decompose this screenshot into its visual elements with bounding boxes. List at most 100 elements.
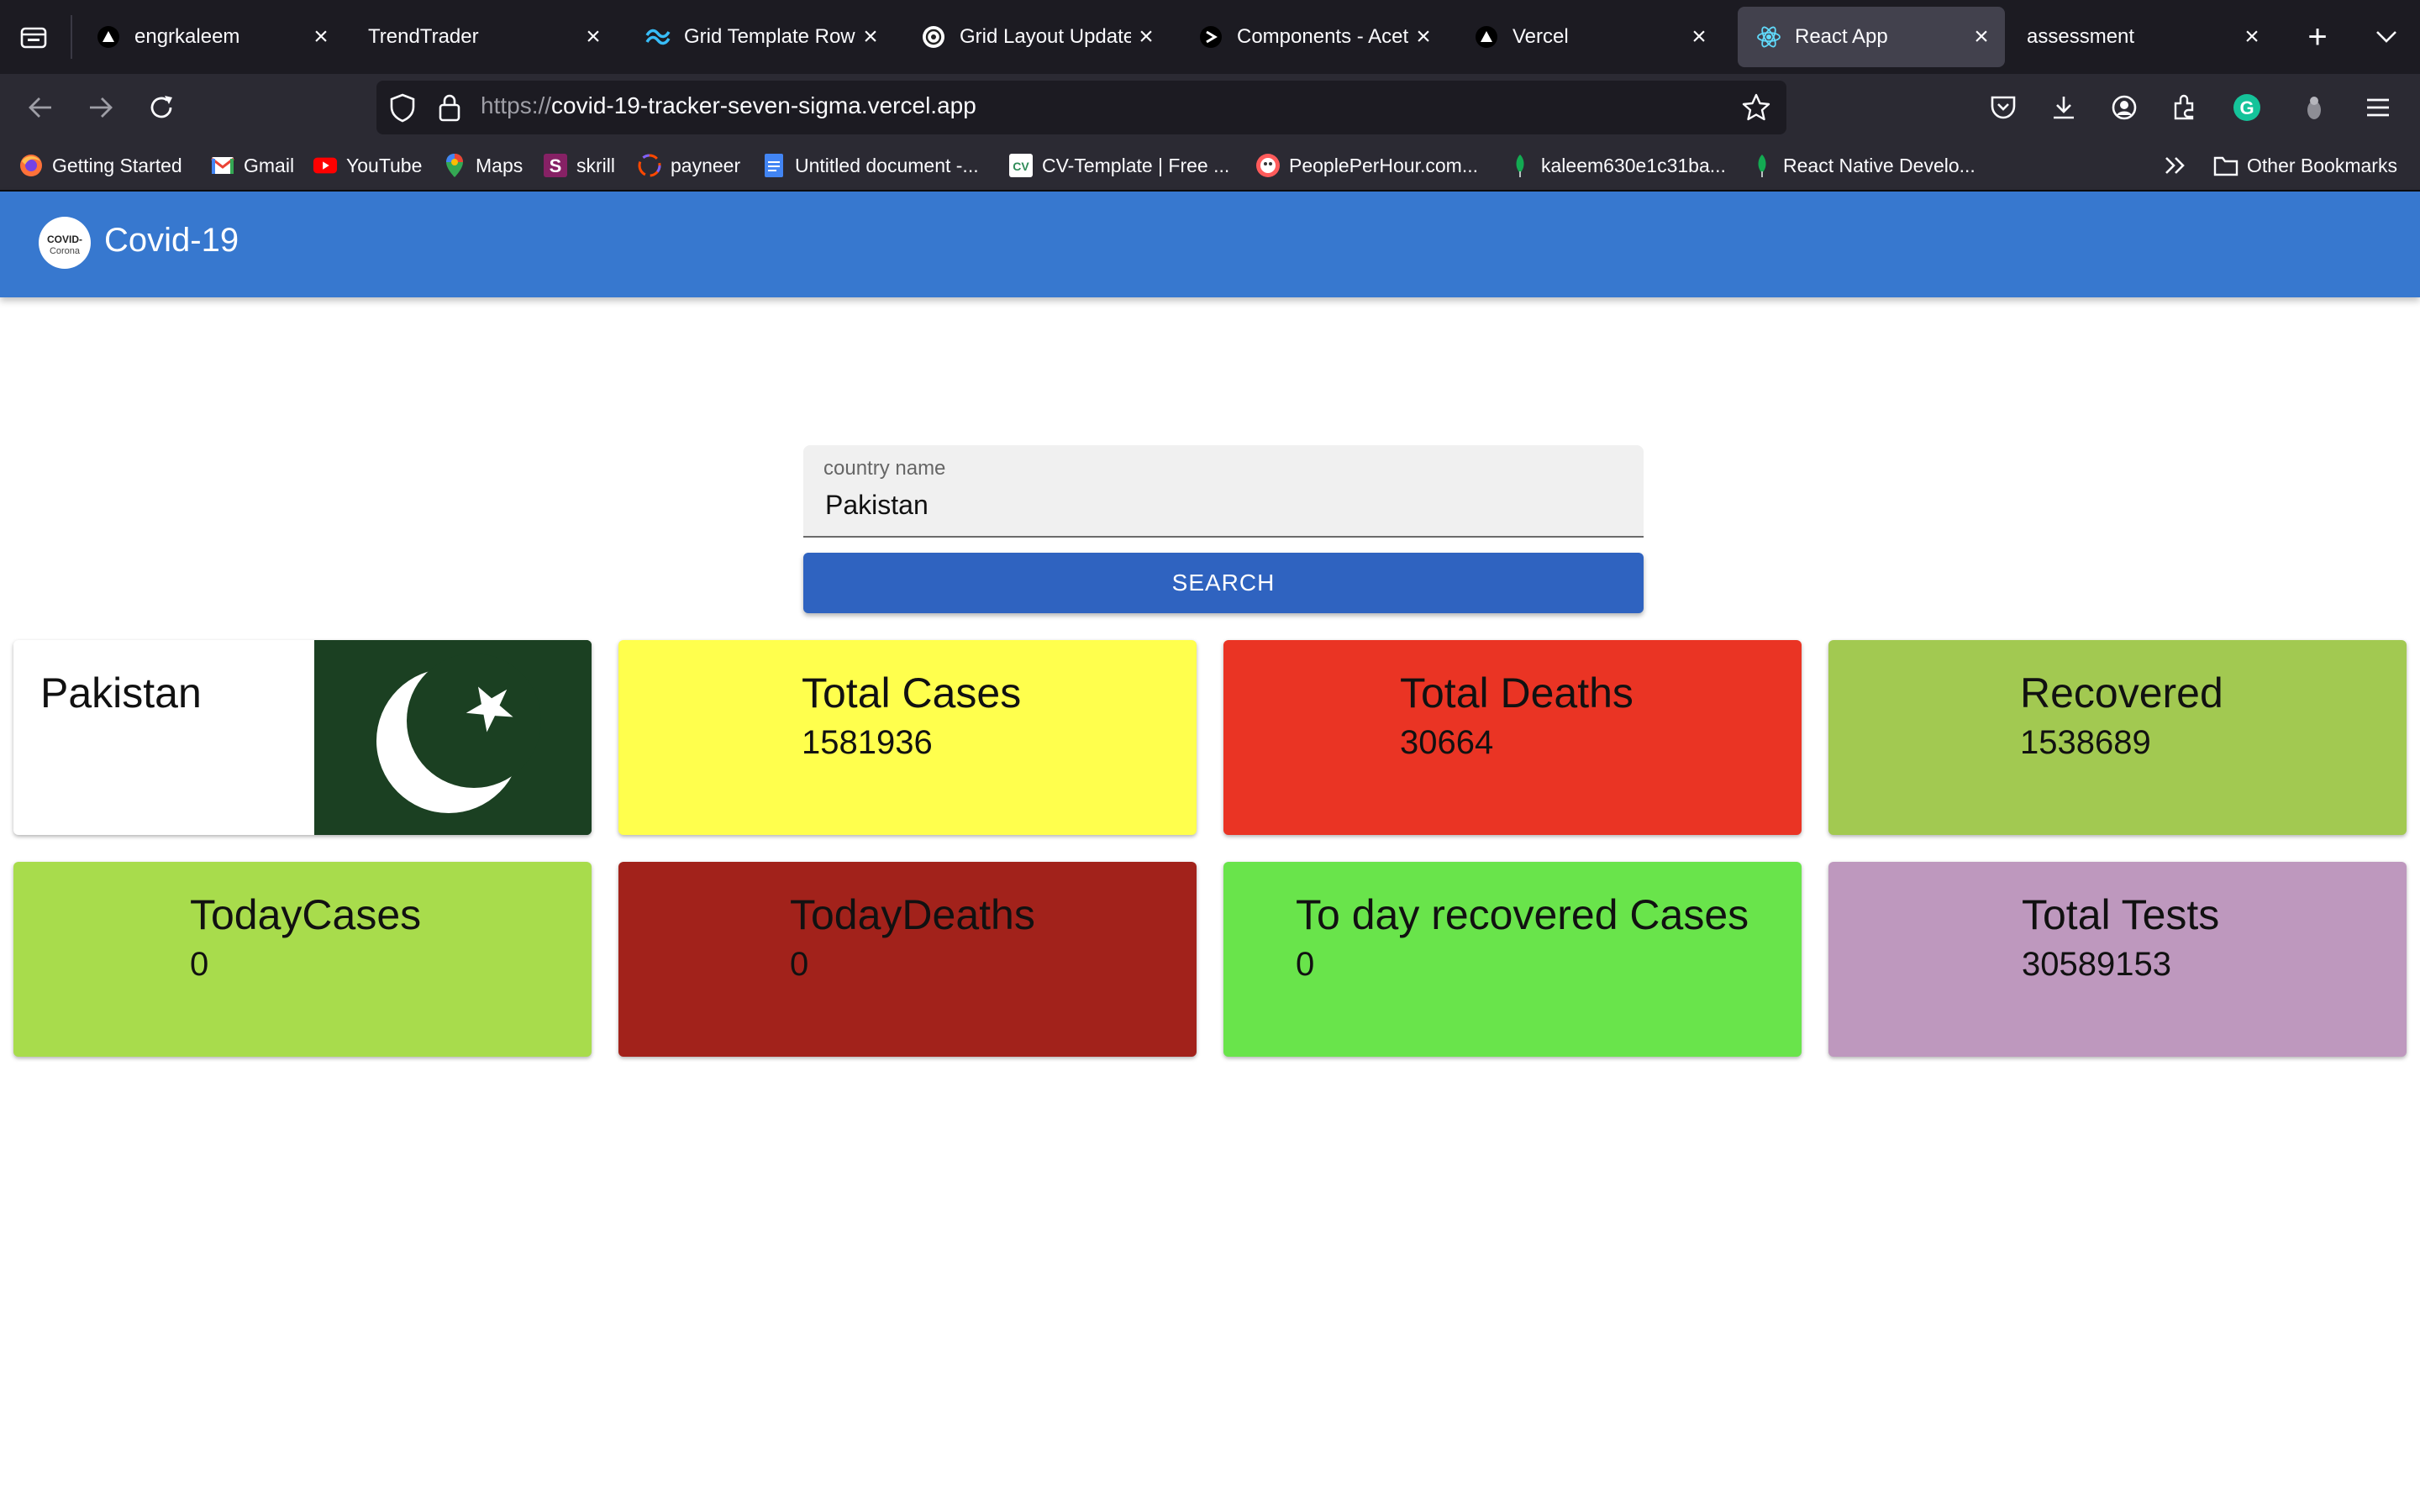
tab-title: React App [1795, 25, 1888, 48]
bookmark-label: CV-Template | Free ... [1042, 154, 1230, 176]
stat-value: 1538689 [2020, 724, 2151, 761]
country-name-field[interactable]: country name [803, 445, 1644, 538]
bookmark-label: payneer [671, 154, 741, 176]
stat-value: 0 [1296, 946, 1315, 983]
stat-value: 0 [190, 946, 209, 983]
tab-grid-template-rows[interactable]: Grid Template Rows × [627, 7, 894, 67]
tab-grid-layout-update[interactable]: Grid Layout Update × [902, 7, 1170, 67]
cv-icon: CV [1008, 153, 1034, 178]
lock-icon[interactable] [437, 92, 462, 127]
bookmark-react-native[interactable]: React Native Develo... [1749, 150, 1975, 181]
shield-icon[interactable] [388, 92, 417, 127]
tab-engrkaleem[interactable]: engrkaleem × [77, 7, 345, 67]
bookmark-peopleperhour[interactable]: PeoplePerHour.com... [1255, 150, 1478, 181]
folder-icon [2213, 153, 2238, 178]
bookmark-star-icon[interactable] [1741, 92, 1771, 127]
react-icon [1756, 24, 1781, 50]
stat-card-today-cases: TodayCases 0 [13, 862, 592, 1057]
tab-components-acete[interactable]: Components - Acete × [1180, 7, 1447, 67]
svg-text:S: S [550, 155, 562, 176]
bookmark-label: Getting Started [52, 154, 182, 176]
bookmark-youtube[interactable]: YouTube [313, 150, 422, 181]
bookmark-label: kaleem630e1c31ba... [1541, 154, 1726, 176]
other-bookmarks[interactable]: Other Bookmarks [2213, 150, 2397, 181]
peopleperhour-icon [1255, 153, 1281, 178]
tab-vercel[interactable]: Vercel × [1455, 7, 1723, 67]
youtube-icon [313, 153, 338, 178]
logo-text-top: COVID- [47, 234, 82, 245]
bookmark-untitled-document[interactable]: Untitled document -... [761, 150, 979, 181]
close-tab-icon[interactable]: × [1684, 23, 1714, 51]
downloads-icon[interactable] [2042, 86, 2086, 129]
stat-card-today-recovered: To day recovered Cases 0 [1223, 862, 1802, 1057]
bookmark-gmail[interactable]: Gmail [210, 150, 294, 181]
close-tab-icon[interactable]: × [578, 23, 608, 51]
close-tab-icon[interactable]: × [2237, 23, 2267, 51]
country-name-label: country name [823, 457, 946, 480]
other-bookmarks-label: Other Bookmarks [2247, 154, 2397, 176]
firefox-view-icon[interactable] [12, 15, 55, 59]
skrill-icon: S [543, 153, 568, 178]
close-tab-icon[interactable]: × [1408, 23, 1439, 51]
reload-icon[interactable] [139, 86, 183, 129]
tab-title: Grid Template Rows [684, 25, 855, 48]
stat-title: TodayCases [190, 891, 422, 938]
payoneer-icon [637, 153, 662, 178]
covid-logo: COVID- Corona [39, 217, 91, 269]
bookmark-label: PeoplePerHour.com... [1289, 154, 1479, 176]
tab-assessment[interactable]: assessment × [2008, 7, 2275, 67]
stat-title: Total Tests [2022, 891, 2220, 938]
stat-value: 30664 [1400, 724, 1494, 761]
forward-arrow-icon[interactable] [79, 86, 123, 129]
tab-react-app[interactable]: React App × [1738, 7, 2005, 67]
close-tab-icon[interactable]: × [306, 23, 336, 51]
firefox-icon [18, 153, 44, 178]
gmail-icon [210, 153, 235, 178]
stat-value: 0 [790, 946, 809, 983]
extensions-icon[interactable] [2163, 86, 2207, 129]
extension-profile-icon[interactable] [2292, 86, 2336, 129]
tab-title: engrkaleem [134, 25, 240, 48]
bookmark-label: React Native Develo... [1783, 154, 1975, 176]
bookmark-cv-template[interactable]: CV CV-Template | Free ... [1008, 150, 1229, 181]
grammarly-icon[interactable]: G [2225, 86, 2269, 129]
pocket-icon[interactable] [1981, 86, 2025, 129]
maps-pin-icon [442, 153, 467, 178]
more-bookmarks-chevron-icon[interactable] [2163, 150, 2188, 181]
stat-value: 1581936 [802, 724, 933, 761]
url-text[interactable]: https://covid-19-tracker-seven-sigma.ver… [481, 92, 976, 119]
stat-title: Total Cases [802, 669, 1022, 717]
mongodb-leaf-icon [1507, 153, 1533, 178]
bookmark-skrill[interactable]: S skrill [543, 150, 615, 181]
pakistan-flag [314, 640, 592, 835]
bookmark-kaleem-mongodb[interactable]: kaleem630e1c31ba... [1507, 150, 1726, 181]
tab-title: TrendTrader [368, 25, 479, 48]
country-card: Pakistan [13, 640, 592, 835]
address-bar[interactable]: https://covid-19-tracker-seven-sigma.ver… [376, 81, 1786, 134]
stat-card-total-tests: Total Tests 30589153 [1828, 862, 2407, 1057]
bookmark-getting-started[interactable]: Getting Started [18, 150, 182, 181]
stat-card-recovered: Recovered 1538689 [1828, 640, 2407, 835]
bookmark-payneer[interactable]: payneer [637, 150, 740, 181]
hamburger-menu-icon[interactable] [2356, 86, 2400, 129]
bookmark-label: Untitled document -... [795, 154, 979, 176]
close-tab-icon[interactable]: × [855, 23, 886, 51]
mongodb-leaf-icon [1749, 153, 1775, 178]
openai-icon [921, 24, 946, 50]
back-arrow-icon[interactable] [18, 86, 62, 129]
search-button[interactable]: SEARCH [803, 553, 1644, 613]
app-header: COVID- Corona Covid-19 [0, 192, 2420, 297]
aceternity-icon [1198, 24, 1223, 50]
close-tab-icon[interactable]: × [1966, 23, 1996, 51]
bookmarks-toolbar: Getting Started Gmail YouTube Maps S skr… [0, 141, 2420, 192]
country-name-input[interactable] [823, 486, 1617, 524]
tab-trendtrader[interactable]: TrendTrader × [350, 7, 617, 67]
url-host: covid-19-tracker-seven-sigma.vercel.app [551, 92, 976, 118]
new-tab-icon[interactable]: + [2296, 15, 2339, 59]
stat-title: To day recovered Cases [1296, 891, 1749, 938]
svg-text:G: G [2239, 97, 2254, 118]
list-all-tabs-icon[interactable] [2365, 15, 2408, 59]
close-tab-icon[interactable]: × [1131, 23, 1161, 51]
bookmark-maps[interactable]: Maps [442, 150, 523, 181]
account-icon[interactable] [2102, 86, 2146, 129]
